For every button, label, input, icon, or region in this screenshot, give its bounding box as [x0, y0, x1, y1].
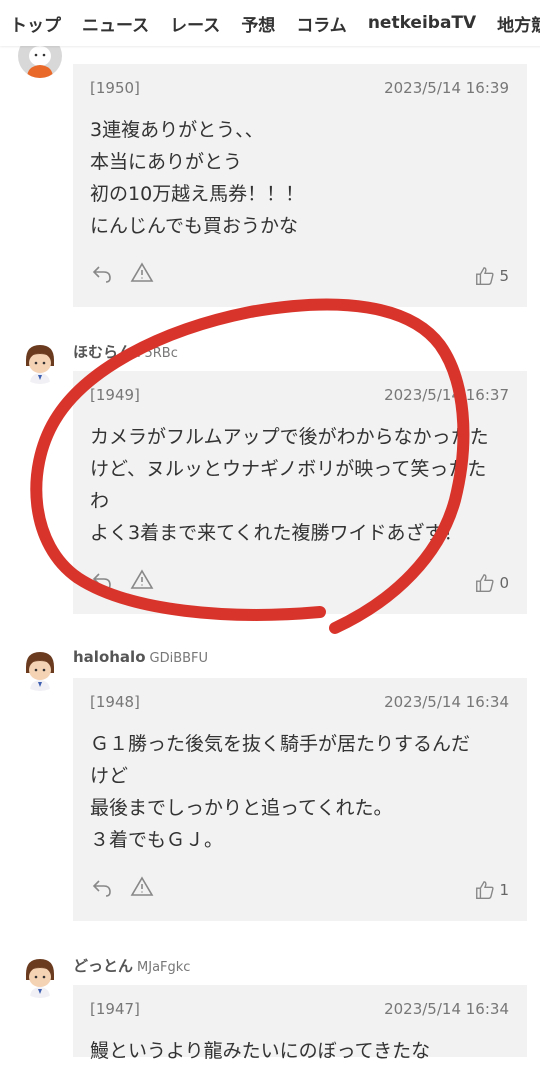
username-text: どっとん — [73, 957, 134, 975]
report-icon[interactable] — [130, 261, 154, 285]
avatar-icon — [18, 954, 62, 998]
comment-number: [1950] — [90, 79, 140, 97]
username[interactable]: どっとん MJaFgkc — [73, 955, 190, 976]
like-button[interactable]: 0 — [474, 572, 509, 594]
user-id: F5RBc — [137, 346, 178, 361]
comment-card: [1950] 2023/5/14 16:39 3連複ありがとう、、 本当にありが… — [73, 64, 527, 307]
comment-line: わ — [90, 490, 110, 512]
comment-card: [1948] 2023/5/14 16:34 Ｇ１勝った後気を抜く騎手が居たりす… — [73, 678, 527, 921]
nav-item-top[interactable]: トップ — [10, 11, 61, 36]
username[interactable]: ほむらん F5RBc — [73, 341, 178, 362]
top-navigation: トップ ニュース レース 予想 コラム netkeibaTV 地方競 — [0, 0, 540, 46]
like-count: 5 — [499, 267, 509, 285]
comment-card: [1949] 2023/5/14 16:37 カメラがフルムアップで後がわからな… — [73, 371, 527, 614]
username-text: ほむらん — [73, 343, 134, 361]
comment-line: にんじんでも買おうかな — [90, 215, 299, 237]
like-button[interactable]: 5 — [474, 265, 509, 287]
comment-line: けど — [90, 765, 129, 787]
avatar[interactable] — [18, 954, 62, 998]
like-button[interactable]: 1 — [474, 879, 509, 901]
nav-item-race[interactable]: レース — [170, 11, 220, 36]
comment-line: よく3着まで来てくれた複勝ワイドあざす！ — [90, 522, 463, 544]
reply-icon[interactable] — [90, 261, 114, 285]
comment-line: けど、ヌルッとウナギノボリが映って笑ったた — [90, 458, 487, 480]
comment-line: 鰻というより龍みたいにのぼってきたな — [90, 1040, 431, 1062]
nav-item-prediction[interactable]: 予想 — [241, 11, 275, 36]
comment-date: 2023/5/14 16:34 — [384, 693, 509, 711]
avatar-icon — [18, 647, 62, 691]
avatar[interactable] — [18, 647, 62, 691]
comment-line: ３着でもＧＪ。 — [90, 829, 224, 851]
user-id: MJaFgkc — [137, 960, 191, 975]
thumbs-up-icon — [476, 881, 495, 899]
nav-item-netkeiba-tv[interactable]: netkeibaTV — [368, 13, 476, 33]
report-icon[interactable] — [130, 875, 154, 899]
comment-card: [1947] 2023/5/14 16:34 鰻というより龍みたいにのぼってきた… — [73, 985, 527, 1062]
comment-line: カメラがフルムアップで後がわからなかったた — [90, 426, 489, 448]
comment-body: Ｇ１勝った後気を抜く騎手が居たりするんだ けど 最後までしっかりと追ってくれた。… — [90, 728, 515, 856]
comment-number: [1948] — [90, 693, 140, 711]
avatar[interactable] — [18, 340, 62, 384]
thumbs-up-icon — [476, 267, 495, 285]
like-count: 0 — [499, 574, 509, 592]
comment-line: 初の10万越え馬券！！！ — [90, 183, 305, 205]
comment-line: Ｇ１勝った後気を抜く騎手が居たりするんだ — [90, 733, 471, 755]
username[interactable]: halohalo GDiBBFU — [73, 648, 208, 666]
reply-icon[interactable] — [90, 568, 114, 592]
comment-number: [1949] — [90, 386, 140, 404]
user-id: GDiBBFU — [149, 651, 209, 666]
comment-line: 3連複ありがとう、、 — [90, 119, 264, 141]
comment-date: 2023/5/14 16:37 — [384, 386, 509, 404]
report-icon[interactable] — [130, 568, 154, 592]
like-count: 1 — [499, 881, 509, 899]
comment-line: 本当にありがとう — [90, 151, 243, 173]
comment-line: 最後までしっかりと追ってくれた。 — [90, 797, 393, 819]
nav-item-column[interactable]: コラム — [296, 11, 347, 36]
comment-date: 2023/5/14 16:39 — [384, 79, 509, 97]
nav-item-local-racing[interactable]: 地方競 — [497, 11, 540, 36]
comment-number: [1947] — [90, 1000, 140, 1018]
thumbs-up-icon — [476, 574, 495, 592]
comment-body: カメラがフルムアップで後がわからなかったた けど、ヌルッとウナギノボリが映って笑… — [90, 421, 515, 549]
nav-item-news[interactable]: ニュース — [82, 11, 149, 36]
comment-body: 3連複ありがとう、、 本当にありがとう 初の10万越え馬券！！！ にんじんでも買… — [90, 114, 515, 242]
avatar-icon — [18, 340, 62, 384]
comment-date: 2023/5/14 16:34 — [384, 1000, 509, 1018]
username-text: halohalo — [73, 648, 146, 666]
reply-icon[interactable] — [90, 875, 114, 899]
comment-body: 鰻というより龍みたいにのぼってきたな — [90, 1035, 515, 1067]
